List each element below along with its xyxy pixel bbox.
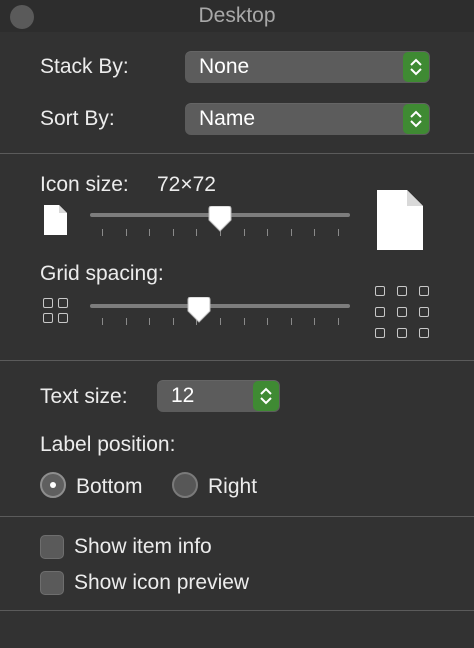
chevron-updown-icon (403, 104, 429, 134)
chevron-updown-icon (403, 52, 429, 82)
grid-spacing-label: Grid spacing: (40, 262, 164, 285)
slider-tick (267, 318, 269, 325)
slider-tick (102, 229, 103, 236)
slider-tick (196, 229, 198, 236)
text-size-label: Text size: (40, 385, 128, 408)
divider (0, 516, 474, 517)
divider (0, 153, 474, 154)
slider-tick (338, 318, 339, 325)
divider (0, 610, 474, 611)
small-document-icon (44, 205, 68, 240)
slider-tick (267, 229, 269, 236)
slider-tick (149, 318, 151, 325)
label-position-label: Label position: (40, 433, 176, 456)
slider-tick (172, 318, 174, 325)
stack-by-popup[interactable]: None (185, 51, 430, 83)
slider-tick (314, 318, 316, 325)
slider-tick (125, 229, 127, 236)
grid-spacing-slider-track[interactable] (90, 304, 350, 308)
slider-tick (290, 318, 292, 325)
radio-selected-dot (50, 482, 56, 488)
text-size-popup[interactable]: 12 (157, 380, 280, 412)
divider (0, 360, 474, 361)
icon-size-slider-thumb[interactable] (208, 206, 232, 232)
slider-tick (338, 229, 339, 236)
slider-tick (314, 229, 316, 236)
show-item-info-label[interactable]: Show item info (74, 535, 212, 559)
slider-tick (243, 229, 245, 236)
show-icon-preview-label[interactable]: Show icon preview (74, 571, 249, 595)
slider-tick (243, 318, 245, 325)
text-size-value: 12 (171, 384, 195, 407)
slider-tick (102, 318, 103, 325)
stack-by-value: None (199, 55, 250, 78)
slider-tick (290, 229, 292, 236)
large-document-icon (377, 190, 423, 255)
icon-size-label: Icon size: (40, 173, 129, 196)
slider-tick (125, 318, 127, 325)
grid-spacing-slider-thumb[interactable] (187, 297, 211, 323)
window-title: Desktop (198, 4, 276, 27)
radio-right-label[interactable]: Right (208, 475, 257, 499)
show-item-info-checkbox[interactable] (40, 535, 64, 559)
slider-tick (220, 318, 221, 325)
radio-bottom-label[interactable]: Bottom (76, 475, 143, 499)
sort-by-popup[interactable]: Name (185, 103, 430, 135)
sort-by-value: Name (199, 107, 256, 130)
radio-right[interactable] (172, 472, 198, 498)
chevron-updown-icon (253, 381, 279, 411)
sort-by-label: Sort By: (40, 107, 115, 130)
slider-tick (172, 229, 174, 236)
slider-tick (149, 229, 151, 236)
radio-bottom[interactable] (40, 472, 66, 498)
icon-size-value: 72×72 (157, 173, 216, 196)
stack-by-label: Stack By: (40, 55, 129, 78)
show-icon-preview-checkbox[interactable] (40, 571, 64, 595)
